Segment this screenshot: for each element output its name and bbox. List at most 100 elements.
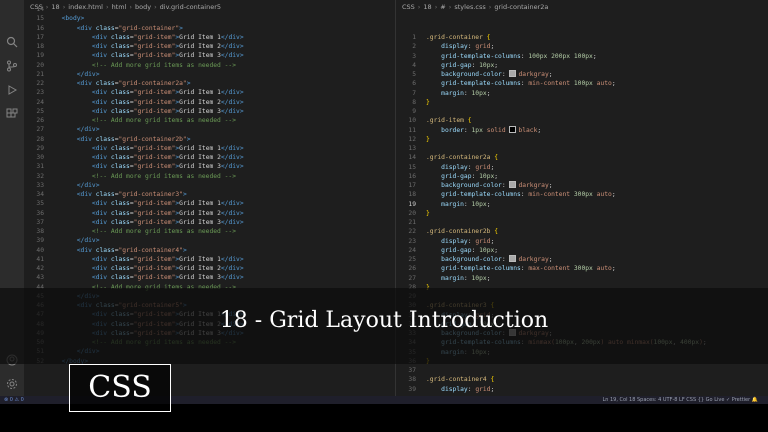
code-line[interactable]: 34 <div class="grid-container3"> [24,190,395,199]
code-token: ; [611,265,616,273]
code-token: "grid-item" [133,163,176,171]
code-line[interactable]: 12} [396,135,768,144]
code-line[interactable]: 25 <div class="grid-item">Grid Item 3</d… [24,107,395,116]
code-line[interactable]: 6 grid-template-columns: min-content 100… [396,79,768,88]
code-line[interactable]: 23 <div class="grid-item">Grid Item 1</d… [24,88,395,97]
color-swatch-icon[interactable] [509,255,517,262]
line-number: 24 [36,98,44,106]
code-line[interactable]: 38 .grid-container4 { [396,375,768,384]
breadcrumb-item[interactable]: styles.css [454,3,485,11]
code-line[interactable]: 38 <!-- Add more grid items as needed --… [24,227,395,236]
code-line[interactable]: 17 <div class="grid-item">Grid Item 1</d… [24,33,395,42]
color-swatch-icon[interactable] [509,125,517,133]
code-line[interactable]: 14 .grid-container2a { [396,153,768,162]
code-token: Grid Item 3 [179,218,221,226]
code-line[interactable]: 9 [396,107,768,116]
source-control-icon[interactable] [6,60,18,72]
code-token: </div> [76,126,100,134]
status-right-items[interactable]: Ln 19, Col 18 Spaces: 4 UTF-8 LF CSS {} … [602,396,758,404]
code-line[interactable]: 24 <div class="grid-item">Grid Item 2</d… [24,98,395,107]
code-line[interactable]: 4 grid-gap: 10px; [396,61,768,70]
problems-indicator[interactable]: ⊗ 0 ⚠ 0 [4,396,24,404]
code-line[interactable]: 36 <div class="grid-item">Grid Item 2</d… [24,209,395,218]
code-line[interactable]: 40 <div class="grid-container4"> [24,246,395,255]
search-icon[interactable] [6,36,18,48]
code-line[interactable]: 18 <div class="grid-item">Grid Item 2</d… [24,42,395,51]
code-line[interactable]: 28 <div class="grid-container2b"> [24,135,395,144]
code-line[interactable]: 31 <div class="grid-item">Grid Item 3</d… [24,162,395,171]
code-line[interactable]: 24 grid-gap: 10px; [396,246,768,255]
color-swatch-icon[interactable] [509,70,517,77]
breadcrumb[interactable]: CSS › 18 › # › styles.css › grid-container2a [396,0,768,14]
code-line[interactable]: 15 <body> [24,14,395,23]
code-line[interactable]: 22 <div class="grid-container2a"> [24,79,395,88]
code-line[interactable]: 22 .grid-container2b { [396,227,768,236]
code-line[interactable]: 13 [396,144,768,153]
code-line[interactable]: 29 <div class="grid-item">Grid Item 1</d… [24,144,395,153]
breadcrumb-item[interactable]: grid-container2a [494,3,548,11]
color-swatch-icon[interactable] [509,181,517,188]
code-line[interactable]: 7 margin: 10px; [396,89,768,98]
code-line[interactable]: 27 </div> [24,125,395,134]
code-line[interactable]: 23 display: grid; [396,237,768,246]
code-line[interactable]: 42 <div class="grid-item">Grid Item 2</d… [24,264,395,273]
code-token: </div> [220,98,244,106]
breadcrumb-item[interactable]: # [440,3,445,11]
code-token: 10px [479,61,495,69]
code-line[interactable]: 19 <div class="grid-item">Grid Item 3</d… [24,51,395,60]
code-line[interactable]: 10 .grid-item { [396,116,768,125]
code-line[interactable]: 8} [396,98,768,107]
code-line[interactable]: 20 <!-- Add more grid items as needed --… [24,61,395,70]
code-line[interactable]: 17 background-color: darkgray; [396,181,768,190]
run-debug-icon[interactable] [6,84,18,96]
code-token: <div [76,80,96,87]
code-token: auto [596,191,612,199]
extensions-icon[interactable] [6,108,18,120]
code-line[interactable]: 43 <div class="grid-item">Grid Item 3</d… [24,273,395,282]
code-line[interactable]: 16 grid-gap: 10px; [396,172,768,181]
code-token: class [110,255,130,263]
settings-gear-icon[interactable] [6,378,18,390]
breadcrumb-item[interactable]: 18 [423,3,431,11]
code-line[interactable]: 37 [396,366,768,375]
code-line[interactable]: 21 </div> [24,70,395,79]
code-token: Grid Item 1 [179,144,221,152]
code-line[interactable]: 26 <!-- Add more grid items as needed --… [24,116,395,125]
code-line[interactable]: 16 <div class="grid-container"> [24,24,395,33]
code-line[interactable]: 39 </div> [24,236,395,245]
code-line[interactable]: 18 grid-template-columns: min-content 30… [396,190,768,199]
code-line[interactable]: 21 [396,218,768,227]
code-line[interactable]: 2 display: grid; [396,42,768,51]
code-line[interactable]: 33 </div> [24,181,395,190]
code-token: <div [91,33,111,41]
code-line[interactable]: 14 [24,5,395,14]
code-line[interactable]: 30 <div class="grid-item">Grid Item 2</d… [24,153,395,162]
line-number: 9 [412,108,416,115]
code-line[interactable]: 26 grid-template-columns: max-content 30… [396,264,768,273]
code-token: } [426,98,430,106]
code-line[interactable]: 39 display: grid; [396,385,768,394]
code-line[interactable]: 25 background-color: darkgray; [396,255,768,264]
code-line[interactable]: 3 grid-template-columns: 100px 200px 100… [396,52,768,61]
code-token: <body> [61,15,85,23]
code-line[interactable]: 37 <div class="grid-item">Grid Item 3</d… [24,218,395,227]
code-line[interactable]: 20} [396,209,768,218]
code-token: ; [537,126,542,134]
code-line[interactable]: 1 .grid-container { [396,33,768,42]
breadcrumb-item[interactable]: CSS [402,3,415,11]
code-token: 10px [471,89,487,97]
code-line[interactable]: 32 <!-- Add more grid items as needed --… [24,172,395,181]
code-line[interactable]: 15 display: grid; [396,163,768,172]
code-line[interactable]: 27 margin: 10px; [396,274,768,283]
code-line[interactable]: 35 <div class="grid-item">Grid Item 1</d… [24,199,395,208]
code-line[interactable]: 11 border: 1px solid black; [396,125,768,135]
code-token: Grid Item 3 [179,107,221,115]
code-token: grid-template-columns [441,265,521,273]
code-line[interactable]: 41 <div class="grid-item">Grid Item 1</d… [24,255,395,264]
code-line[interactable]: 5 background-color: darkgray; [396,70,768,79]
code-line[interactable]: 19 margin: 10px; [396,200,768,209]
